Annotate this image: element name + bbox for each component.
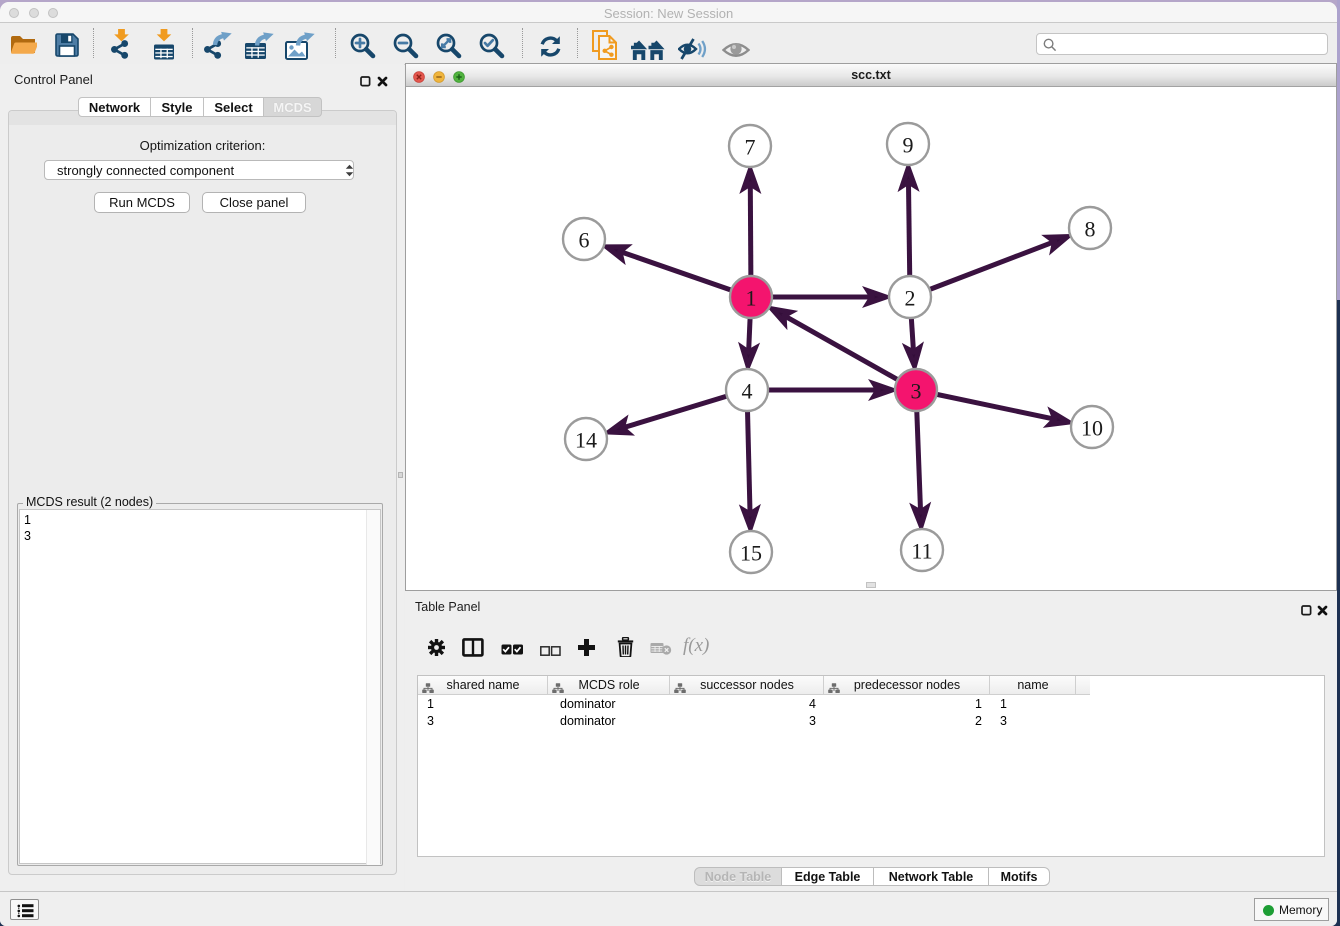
svg-text:1: 1: [746, 286, 757, 311]
svg-text:2: 2: [905, 286, 916, 311]
svg-text:8: 8: [1085, 217, 1096, 242]
svg-text:7: 7: [745, 135, 756, 160]
svg-text:6: 6: [579, 228, 590, 253]
svg-text:9: 9: [903, 133, 914, 158]
svg-text:10: 10: [1081, 416, 1103, 441]
svg-text:4: 4: [742, 379, 753, 404]
svg-text:14: 14: [575, 428, 597, 453]
svg-text:11: 11: [911, 539, 932, 564]
svg-text:15: 15: [740, 541, 762, 566]
svg-text:3: 3: [911, 379, 922, 404]
